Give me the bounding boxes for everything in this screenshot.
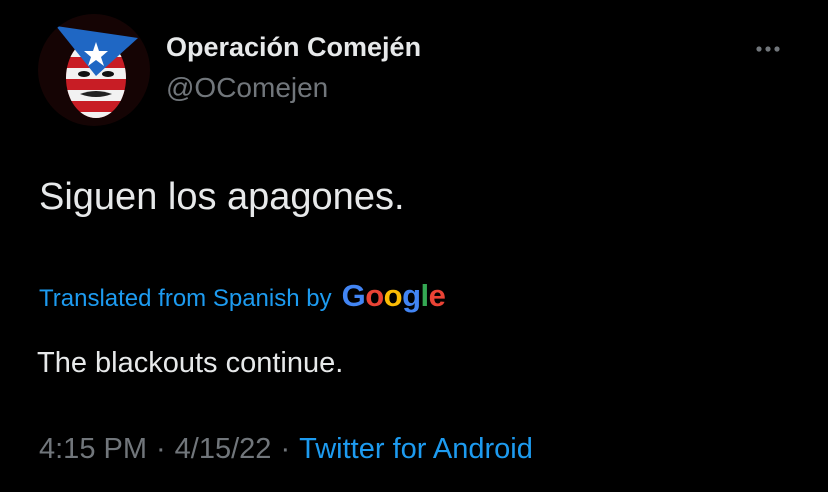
more-options-button[interactable] bbox=[750, 32, 790, 62]
tweet-time[interactable]: 4:15 PM bbox=[39, 433, 147, 465]
avatar[interactable] bbox=[38, 14, 150, 126]
translation-attribution: Translated from Spanish by Google bbox=[39, 278, 446, 314]
tweet-date[interactable]: 4/15/22 bbox=[175, 433, 272, 465]
google-logo-letter: o bbox=[365, 278, 384, 313]
tweet-source-link[interactable]: Twitter for Android bbox=[299, 433, 533, 465]
tweet-text: Siguen los apagones. bbox=[39, 176, 405, 218]
meta-separator: · bbox=[280, 433, 291, 465]
author-display-name[interactable]: Operación Comején bbox=[166, 32, 421, 63]
google-logo-letter: g bbox=[402, 278, 421, 313]
translated-from-link[interactable]: Translated from Spanish by bbox=[39, 285, 332, 313]
meta-separator: · bbox=[156, 433, 166, 465]
tweet-metadata: 4:15 PM · 4/15/22 · Twitter for Android bbox=[39, 433, 533, 466]
google-logo-letter: G bbox=[341, 278, 366, 313]
google-logo-letter: o bbox=[383, 278, 403, 313]
google-logo: Google bbox=[342, 278, 446, 314]
masked-face-flag-avatar-icon bbox=[38, 14, 150, 126]
translated-text: The blackouts continue. bbox=[37, 347, 344, 379]
author-handle[interactable]: @OComejen bbox=[166, 72, 328, 104]
more-options-icon bbox=[756, 46, 780, 52]
google-logo-letter: l bbox=[420, 278, 430, 313]
google-logo-letter: e bbox=[428, 278, 446, 313]
